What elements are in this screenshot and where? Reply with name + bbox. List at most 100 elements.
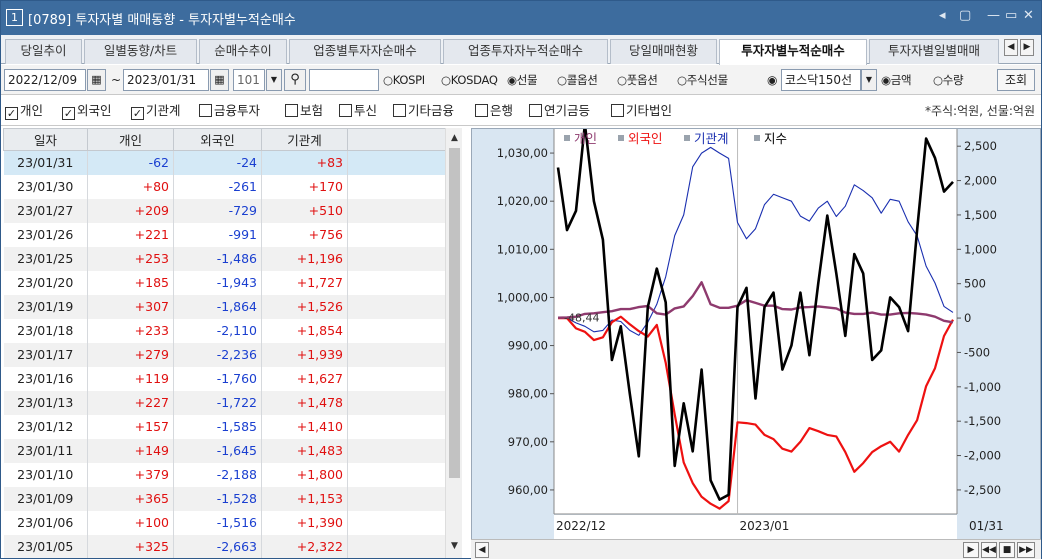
radio-label: KOSPI xyxy=(392,73,425,87)
table-row[interactable]: 23/01/12 +157 -1,585 +1,410 xyxy=(3,414,445,439)
checkbox-icon: ✓ xyxy=(131,107,144,120)
tab-sector-cumulative[interactable]: 업종투자자누적순매수 xyxy=(443,39,608,64)
tab-investor-daily[interactable]: 투자자별일별매매 xyxy=(869,39,999,64)
chart-stop-icon[interactable]: ■ xyxy=(999,542,1015,558)
table-row[interactable]: 23/01/05 +325 -2,663 +2,322 xyxy=(3,534,445,558)
tab-prev-icon[interactable]: ◀ xyxy=(1004,39,1018,56)
tab-bar: 당일추이 일별동향/차트 순매수추이 업종별투자자순매수 업종투자자누적순매수 … xyxy=(1,35,1041,65)
cell-foreign: -2,663 xyxy=(173,534,262,558)
radio-stock-futures[interactable]: ○주식선물 xyxy=(677,70,728,90)
radio-kospi[interactable]: ○KOSPI xyxy=(383,70,425,90)
investor-chart: 1,030,00 1,020,00 1,010,00 1,000,00 990,00 98… xyxy=(497,129,1004,539)
table-row[interactable]: 23/01/09 +365 -1,528 +1,153 xyxy=(3,486,445,511)
checkbox-institution[interactable]: ✓ 기관계 xyxy=(131,102,181,120)
checkbox-pension[interactable]: 연기금등 xyxy=(529,102,590,120)
date-from-input[interactable]: 2022/12/09 xyxy=(4,69,86,91)
left-tick-label: 970,00 xyxy=(508,435,548,449)
radio-put-option[interactable]: ○풋옵션 xyxy=(617,70,658,90)
column-header-institution[interactable]: 기관계 xyxy=(261,128,348,151)
tab-net-buy-trend[interactable]: 순매수추이 xyxy=(199,39,287,64)
code-input[interactable] xyxy=(309,69,379,91)
chart-scroll-left-icon[interactable]: ◀ xyxy=(475,542,489,558)
tab-today-status[interactable]: 당일매매현황 xyxy=(610,39,717,64)
cell-date: 23/01/10 xyxy=(3,462,88,487)
memo-icon[interactable]: ▢ xyxy=(959,8,971,23)
checkbox-foreign[interactable]: ✓ 외국인 xyxy=(62,102,112,120)
checkbox-icon xyxy=(475,104,488,117)
scrollbar-thumb[interactable] xyxy=(449,148,460,478)
checkbox-bank[interactable]: 은행 xyxy=(475,102,513,120)
checkbox-icon xyxy=(611,104,624,117)
radio-kosdaq[interactable]: ○KOSDAQ xyxy=(441,70,498,90)
vertical-scrollbar[interactable]: ▲ ▼ xyxy=(445,128,462,558)
chart-rewind-icon[interactable]: ◀◀ xyxy=(981,542,997,558)
cell-foreign: -1,486 xyxy=(173,246,262,271)
checkbox-label: 금융투자 xyxy=(214,103,261,118)
cell-personal: +253 xyxy=(87,246,174,271)
tab-daily-trend[interactable]: 당일추이 xyxy=(5,39,82,64)
radio-call-option[interactable]: ○콜옵션 xyxy=(557,70,598,90)
tab-investor-cumulative[interactable]: 투자자별누적순매수 xyxy=(719,39,867,65)
cell-date: 23/01/20 xyxy=(3,270,88,295)
radio-futures[interactable]: ◉선물 xyxy=(507,70,538,90)
chevron-down-icon[interactable]: ▼ xyxy=(861,69,877,91)
cell-institution: +1,196 xyxy=(261,246,348,271)
tab-next-icon[interactable]: ▶ xyxy=(1020,39,1034,56)
legend-personal: 개인 xyxy=(574,131,597,146)
checkbox-other-corp[interactable]: 기타법인 xyxy=(611,102,672,120)
checkbox-personal[interactable]: ✓ 개인 xyxy=(5,102,43,120)
table-row[interactable]: 23/01/31 -62 -24 +83 xyxy=(3,150,445,175)
radio-quantity[interactable]: ○수량 xyxy=(933,70,964,90)
search-icon[interactable]: ⚲ xyxy=(284,69,306,91)
chevron-down-icon[interactable]: ▼ xyxy=(266,69,282,91)
radio-amount[interactable]: ◉금액 xyxy=(881,70,912,90)
query-button[interactable]: 조회 xyxy=(997,69,1035,91)
table-row[interactable]: 23/01/13 +227 -1,722 +1,478 xyxy=(3,390,445,415)
cell-personal: +80 xyxy=(87,174,174,199)
scroll-up-icon[interactable]: ▲ xyxy=(446,130,463,147)
minimize-icon[interactable]: — xyxy=(987,8,1000,23)
radio-icon: ◉ xyxy=(507,73,517,87)
table-row[interactable]: 23/01/06 +100 -1,516 +1,390 xyxy=(3,510,445,535)
chart-scroll-bar: ◀ ▶ ◀◀ ■ ▶▶ xyxy=(471,539,1041,559)
table-row[interactable]: 23/01/11 +149 -1,645 +1,483 xyxy=(3,438,445,463)
calendar-icon[interactable]: ▦ xyxy=(87,69,106,91)
column-header-foreign[interactable]: 외국인 xyxy=(173,128,262,151)
column-header-date[interactable]: 일자 xyxy=(3,128,88,151)
checkbox-trust[interactable]: 투신 xyxy=(339,102,377,120)
tab-sector-investor[interactable]: 업종별투자자순매수 xyxy=(289,39,441,64)
table-row[interactable]: 23/01/25 +253 -1,486 +1,196 xyxy=(3,246,445,271)
calendar-icon[interactable]: ▦ xyxy=(210,69,229,91)
table-row[interactable]: 23/01/18 +233 -2,110 +1,854 xyxy=(3,318,445,343)
checkbox-financial-investment[interactable]: 금융투자 xyxy=(199,102,260,120)
scroll-down-icon[interactable]: ▼ xyxy=(446,538,463,555)
table-row[interactable]: 23/01/16 +119 -1,760 +1,627 xyxy=(3,366,445,391)
checkbox-other-finance[interactable]: 기타금융 xyxy=(393,102,454,120)
chart-next-icon[interactable]: ▶ xyxy=(963,542,979,558)
chart-fast-forward-icon[interactable]: ▶▶ xyxy=(1017,542,1035,558)
checkbox-label: 보험 xyxy=(300,103,324,118)
cell-empty xyxy=(347,174,445,199)
cell-foreign: -261 xyxy=(173,174,262,199)
title-bar[interactable]: 1 [0789] 투자자별 매매동향 - 투자자별누적순매수 ◂ ▢ — ▭ ✕ xyxy=(1,1,1041,35)
date-to-input[interactable]: 2023/01/31 xyxy=(123,69,209,91)
link-icon[interactable]: ◂ xyxy=(939,8,946,23)
radio-icon[interactable]: ◉ xyxy=(767,70,777,90)
table-row[interactable]: 23/01/30 +80 -261 +170 xyxy=(3,174,445,199)
column-header-personal[interactable]: 개인 xyxy=(87,128,174,151)
table-row[interactable]: 23/01/17 +279 -2,236 +1,939 xyxy=(3,342,445,367)
checkbox-insurance[interactable]: 보험 xyxy=(285,102,323,120)
count-input[interactable]: 101 xyxy=(233,69,265,91)
tab-daily-chart[interactable]: 일별동향/차트 xyxy=(84,39,197,64)
close-icon[interactable]: ✕ xyxy=(1023,8,1034,23)
cell-empty xyxy=(347,414,445,439)
table-row[interactable]: 23/01/20 +185 -1,943 +1,727 xyxy=(3,270,445,295)
cell-date: 23/01/17 xyxy=(3,342,88,367)
table-row[interactable]: 23/01/27 +209 -729 +510 xyxy=(3,198,445,223)
table-row[interactable]: 23/01/19 +307 -1,864 +1,526 xyxy=(3,294,445,319)
table-row[interactable]: 23/01/10 +379 -2,188 +1,800 xyxy=(3,462,445,487)
table-row[interactable]: 23/01/26 +221 -991 +756 xyxy=(3,222,445,247)
market-select[interactable]: 코스닥150선 xyxy=(781,69,861,91)
maximize-icon[interactable]: ▭ xyxy=(1005,8,1017,23)
cell-institution: +170 xyxy=(261,174,348,199)
